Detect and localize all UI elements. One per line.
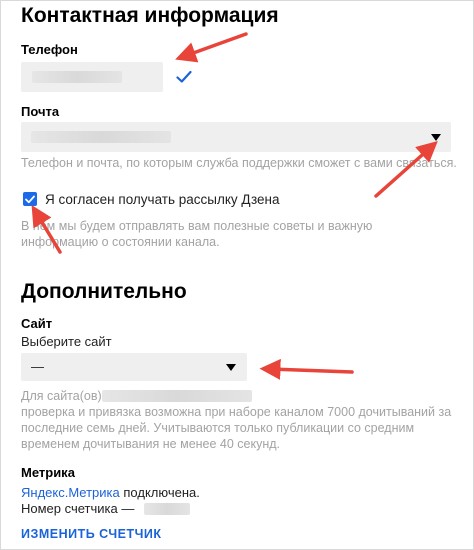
phone-label: Телефон (21, 42, 78, 57)
metrika-status: Яндекс.Метрика подключена. (21, 485, 200, 500)
checkmark-icon (25, 195, 35, 203)
site-selected-value: — (31, 359, 44, 374)
newsletter-checkbox[interactable] (23, 192, 37, 206)
metrika-counter-label: Номер счетчика — (21, 501, 135, 516)
newsletter-label[interactable]: Я согласен получать рассылку Дзена (45, 192, 280, 207)
site-label: Сайт (21, 316, 53, 331)
site-select[interactable]: — (21, 353, 247, 381)
change-counter-button[interactable]: ИЗМЕНИТЬ СЧЕТЧИК (21, 527, 162, 541)
site-hint: проверка и привязка возможна при наборе … (21, 405, 452, 451)
contact-section-title: Контактная информация (21, 4, 279, 27)
metrika-label: Метрика (21, 465, 75, 480)
mail-value-redacted (31, 131, 171, 143)
extra-section-title: Дополнительно (21, 280, 187, 303)
newsletter-hint: В нём мы будем отправлять вам полезные с… (21, 219, 373, 249)
metrika-link[interactable]: Яндекс.Метрика (21, 485, 120, 500)
site-sublabel: Выберите сайт (21, 334, 112, 349)
metrika-counter-redacted (144, 503, 190, 515)
phone-field[interactable] (21, 62, 163, 92)
phone-value-redacted (32, 71, 122, 83)
dropdown-arrow-icon (431, 134, 441, 141)
mail-label: Почта (21, 104, 60, 119)
metrika-status-suffix: подключена. (119, 485, 200, 500)
mail-select[interactable] (21, 122, 451, 152)
site-hint-prefix: Для сайта(ов) (21, 389, 102, 403)
site-list-redacted (102, 390, 252, 402)
dropdown-arrow-icon (226, 364, 236, 371)
contact-hint: Телефон и почта, по которым служба подде… (21, 156, 457, 170)
phone-verified-check-icon (176, 70, 192, 84)
